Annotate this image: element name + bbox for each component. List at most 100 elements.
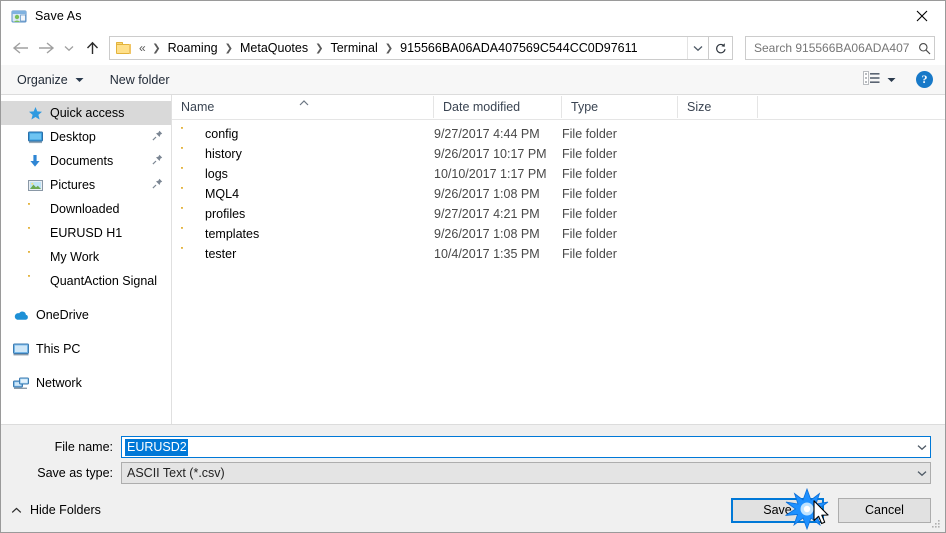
- sidebar-item-quick-access[interactable]: Quick access: [1, 101, 171, 125]
- dialog-body: Quick access Desktop Documents Pictures …: [1, 95, 945, 424]
- navigation-bar: « ❯ Roaming ❯ MetaQuotes ❯ Terminal ❯ 91…: [1, 31, 945, 65]
- sidebar-item-documents[interactable]: Documents: [1, 149, 171, 173]
- chevron-down-icon: [75, 77, 84, 83]
- table-row[interactable]: profiles 9/27/2017 4:21 PM File folder: [172, 204, 945, 224]
- help-button[interactable]: ?: [916, 71, 933, 88]
- sidebar-item-this-pc[interactable]: This PC: [1, 337, 171, 361]
- file-date-cell: 9/27/2017 4:44 PM: [434, 127, 540, 141]
- search-box[interactable]: [745, 36, 935, 60]
- forward-arrow-icon[interactable]: [33, 35, 59, 61]
- folder-icon: [27, 225, 43, 241]
- breadcrumb-item-metaquotes[interactable]: MetaQuotes: [238, 41, 310, 55]
- sidebar-item-label: QuantAction Signal: [50, 274, 158, 288]
- search-input[interactable]: [746, 41, 914, 55]
- breadcrumb-item-terminal-id[interactable]: 915566BA06ADA407569C544CC0D97611: [398, 41, 639, 55]
- recent-locations-chevron-icon[interactable]: [59, 35, 79, 61]
- sidebar-item-label: EURUSD H1: [50, 226, 123, 240]
- file-name-label: history: [205, 147, 242, 161]
- sidebar-item-label: Downloaded: [50, 202, 120, 216]
- column-header-label: Name: [181, 100, 215, 114]
- table-row[interactable]: history 9/26/2017 10:17 PM File folder: [172, 144, 945, 164]
- sidebar-item-label: My Work: [50, 250, 100, 264]
- breadcrumb-separator: ❯: [152, 42, 161, 54]
- sidebar-item-onedrive[interactable]: OneDrive: [1, 303, 171, 327]
- chevron-down-icon[interactable]: [913, 437, 930, 457]
- file-name-label: File name:: [54, 440, 113, 454]
- folder-icon: [116, 41, 131, 55]
- file-type-cell: File folder: [562, 127, 617, 141]
- thispc-icon: [13, 341, 29, 357]
- file-type-cell: File folder: [562, 207, 617, 221]
- file-date-cell: 9/26/2017 1:08 PM: [434, 187, 540, 201]
- table-row[interactable]: MQL4 9/26/2017 1:08 PM File folder: [172, 184, 945, 204]
- table-row[interactable]: logs 10/10/2017 1:17 PM File folder: [172, 164, 945, 184]
- breadcrumb-separator: ❯: [315, 42, 324, 54]
- refresh-icon[interactable]: [709, 36, 733, 60]
- pin-icon[interactable]: [152, 154, 167, 168]
- address-dropdown-chevron-icon[interactable]: [687, 37, 708, 59]
- file-type-cell: File folder: [562, 187, 617, 201]
- sidebar-item-label: Desktop: [50, 130, 96, 144]
- file-name-label: templates: [205, 227, 260, 241]
- close-button[interactable]: [899, 1, 945, 31]
- sidebar-item-label: Pictures: [50, 178, 96, 192]
- sidebar-item-label: Documents: [50, 154, 114, 168]
- file-date-cell: 10/10/2017 1:17 PM: [434, 167, 547, 181]
- back-arrow-icon[interactable]: [7, 35, 33, 61]
- action-buttons: Save Cancel: [731, 497, 931, 523]
- folder-icon: [27, 273, 43, 289]
- view-mode-button[interactable]: [863, 71, 896, 88]
- file-name-label: config: [205, 127, 239, 141]
- folder-icon: [181, 147, 197, 161]
- onedrive-icon: [13, 307, 29, 323]
- sidebar-item-eurusd-h1[interactable]: EURUSD H1: [1, 221, 171, 245]
- sidebar-item-desktop[interactable]: Desktop: [1, 125, 171, 149]
- navigation-sidebar: Quick access Desktop Documents Pictures …: [1, 95, 172, 424]
- save-button[interactable]: Save: [731, 497, 824, 523]
- sidebar-item-quantaction-signal[interactable]: QuantAction Signal: [1, 269, 171, 293]
- breadcrumb-item-roaming[interactable]: Roaming: [166, 41, 220, 55]
- button-row: Hide Folders Save Cancel: [1, 488, 945, 532]
- network-icon: [13, 375, 29, 391]
- table-row[interactable]: templates 9/26/2017 1:08 PM File folder: [172, 224, 945, 244]
- title-bar: Save As: [1, 1, 945, 31]
- file-list-pane: Name Date modified Type Size config 9/27…: [172, 95, 945, 424]
- file-name-cell: profiles: [172, 207, 434, 221]
- address-bar[interactable]: « ❯ Roaming ❯ MetaQuotes ❯ Terminal ❯ 91…: [109, 36, 709, 60]
- hide-folders-button[interactable]: Hide Folders: [11, 503, 101, 517]
- pin-icon[interactable]: [152, 130, 167, 144]
- sidebar-item-my-work[interactable]: My Work: [1, 245, 171, 269]
- organize-button[interactable]: Organize: [17, 73, 84, 87]
- list-view-icon: [863, 71, 880, 88]
- table-row[interactable]: config 9/27/2017 4:44 PM File folder: [172, 124, 945, 144]
- desktop-icon: [27, 129, 43, 145]
- file-name-cell: tester: [172, 247, 434, 261]
- column-header-size[interactable]: Size: [678, 96, 758, 118]
- column-header-type[interactable]: Type: [562, 96, 678, 118]
- file-name-label: logs: [205, 167, 228, 181]
- breadcrumb-overflow[interactable]: «: [137, 41, 147, 55]
- file-name-label: profiles: [205, 207, 246, 221]
- sidebar-item-network[interactable]: Network: [1, 371, 171, 395]
- dialog-footer: File name: EURUSD2 Save as type: ASCII T…: [1, 424, 945, 532]
- breadcrumb: « ❯ Roaming ❯ MetaQuotes ❯ Terminal ❯ 91…: [137, 41, 687, 55]
- file-name-input[interactable]: EURUSD2: [121, 436, 931, 458]
- file-name-label: MQL4: [205, 187, 240, 201]
- save-as-type-select[interactable]: ASCII Text (*.csv): [121, 462, 931, 484]
- cancel-button[interactable]: Cancel: [838, 497, 931, 523]
- column-header-name[interactable]: Name: [172, 96, 434, 118]
- organize-label: Organize: [17, 72, 68, 87]
- new-folder-button[interactable]: New folder: [110, 73, 170, 87]
- save-as-dialog: Save As « ❯ Roaming ❯ MetaQuotes ❯ Termi…: [0, 0, 946, 533]
- breadcrumb-item-terminal[interactable]: Terminal: [328, 41, 379, 55]
- pin-icon[interactable]: [152, 178, 167, 192]
- hide-folders-label: Hide Folders: [30, 503, 101, 517]
- sidebar-item-downloaded[interactable]: Downloaded: [1, 197, 171, 221]
- file-rows: config 9/27/2017 4:44 PM File folder his…: [172, 120, 945, 424]
- column-header-date-modified[interactable]: Date modified: [434, 96, 562, 118]
- new-folder-label: New folder: [109, 72, 170, 87]
- sidebar-item-pictures[interactable]: Pictures: [1, 173, 171, 197]
- chevron-down-icon[interactable]: [913, 463, 930, 483]
- table-row[interactable]: tester 10/4/2017 1:35 PM File folder: [172, 244, 945, 264]
- up-arrow-icon[interactable]: [79, 35, 105, 61]
